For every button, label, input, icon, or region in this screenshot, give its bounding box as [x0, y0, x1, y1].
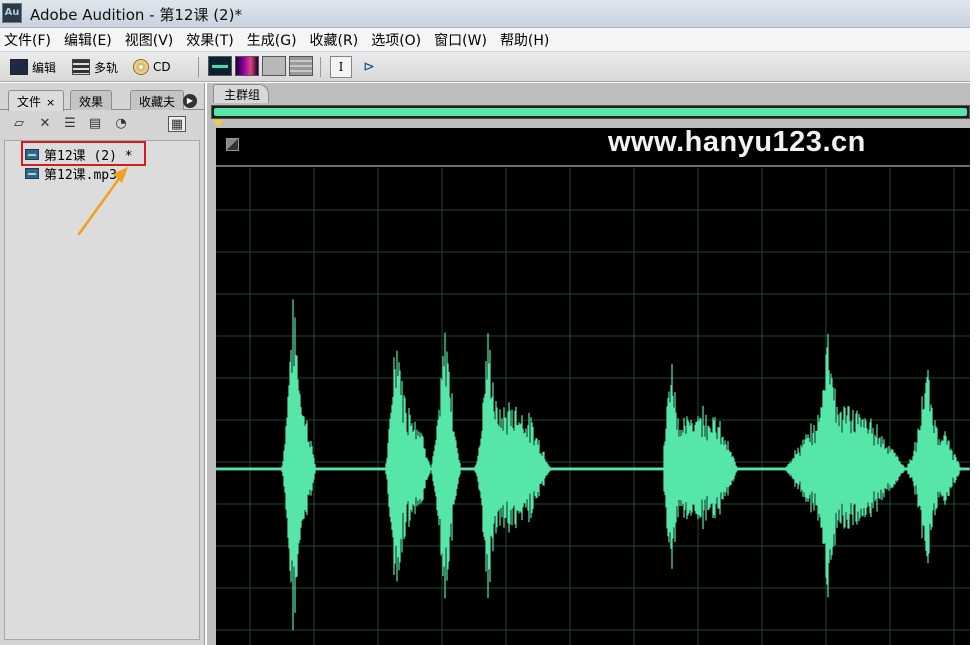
toolbar-divider — [320, 57, 321, 77]
open-folder-icon[interactable]: ▱ — [10, 116, 28, 132]
file-name: 第12课.mp3 — [44, 167, 117, 183]
watermark: www.hanyu123.cn — [608, 126, 866, 158]
edit-view-label: 编辑 — [32, 60, 57, 75]
menu-edit[interactable]: 编辑(E) — [64, 30, 112, 50]
cd-view-label: CD — [153, 60, 171, 74]
app-logo-icon: Au — [2, 3, 22, 23]
pitch-display-button[interactable] — [262, 56, 286, 76]
toolbar: 编辑 多轨 CD I ⊳ — [0, 52, 970, 82]
play-preview-icon[interactable]: ◔ — [112, 116, 130, 132]
file-list: 第12课 (2) * 第12课.mp3 — [4, 140, 200, 640]
zoom-navigator-bar[interactable] — [211, 105, 970, 119]
marquee-selection-tool-button[interactable]: ⊳ — [359, 56, 379, 78]
insert-multitrack-icon[interactable]: ☰ — [61, 116, 79, 132]
title-bar: Au Adobe Audition - 第12课 (2)* — [0, 0, 970, 28]
waveform-display-button[interactable] — [208, 56, 232, 76]
tab-favorites[interactable]: 收藏夫 — [130, 90, 185, 110]
time-selection-tool-button[interactable]: I — [330, 56, 352, 78]
panel-tab-bar: 文件 × 效果 收藏夫 ▶ — [0, 88, 205, 111]
tab-main-group[interactable]: 主群组 — [213, 84, 270, 103]
tab-files[interactable]: 文件 × — [8, 90, 65, 111]
multitrack-view-button[interactable]: 多轨 — [72, 56, 118, 78]
insert-cd-icon[interactable]: ▤ — [86, 116, 104, 132]
audio-file-icon — [25, 167, 39, 179]
menu-window[interactable]: 窗口(W) — [434, 30, 487, 50]
phase-display-button[interactable] — [289, 56, 313, 76]
spectral-display-button[interactable] — [235, 56, 259, 76]
audio-waveform — [216, 299, 970, 631]
menu-file[interactable]: 文件(F) — [4, 30, 51, 50]
toolbar-divider — [198, 57, 199, 77]
menu-help[interactable]: 帮助(H) — [500, 30, 549, 50]
multitrack-view-label: 多轨 — [94, 60, 119, 75]
file-toolbar: ▱ ✕ ☰ ▤ ◔ ▦ — [6, 113, 202, 137]
waveform-display[interactable] — [216, 128, 970, 645]
menu-effects[interactable]: 效果(T) — [186, 30, 233, 50]
close-file-icon[interactable]: ✕ — [36, 116, 54, 132]
menu-options[interactable]: 选项(O) — [371, 30, 421, 50]
annotation-highlight-box — [21, 141, 146, 166]
file-item-mp3[interactable]: 第12课.mp3 — [25, 164, 117, 183]
waveform-canvas — [216, 165, 970, 645]
waveform-edit-icon — [10, 59, 28, 75]
tab-files-label: 文件 — [17, 95, 42, 109]
playhead-marker-icon[interactable] — [213, 120, 223, 127]
view-options-icon[interactable]: ▦ — [168, 116, 186, 132]
edit-view-button[interactable]: 编辑 — [10, 56, 56, 78]
navigator-waveform-overview — [214, 108, 967, 116]
menu-favorites[interactable]: 收藏(R) — [310, 30, 359, 50]
cd-icon — [133, 59, 149, 75]
window-title: Adobe Audition - 第12课 (2)* — [30, 6, 242, 24]
menu-bar: 文件(F) 编辑(E) 视图(V) 效果(T) 生成(G) 收藏(R) 选项(O… — [0, 28, 970, 52]
menu-view[interactable]: 视图(V) — [125, 30, 174, 50]
files-panel: 文件 × 效果 收藏夫 ▶ ▱ ✕ ☰ ▤ ◔ ▦ 第12课 (2) * 第12课… — [0, 83, 205, 645]
panel-menu-arrow-icon[interactable]: ▶ — [183, 94, 197, 108]
page-edge — [970, 0, 978, 645]
tab-effects[interactable]: 效果 — [70, 90, 113, 110]
cd-view-button[interactable]: CD — [133, 56, 171, 78]
editor-tab-bar: 主群组 — [207, 83, 970, 103]
menu-generate[interactable]: 生成(G) — [247, 30, 297, 50]
multitrack-icon — [72, 59, 90, 75]
close-icon[interactable]: × — [46, 96, 55, 109]
zoom-box-icon[interactable] — [226, 138, 239, 151]
